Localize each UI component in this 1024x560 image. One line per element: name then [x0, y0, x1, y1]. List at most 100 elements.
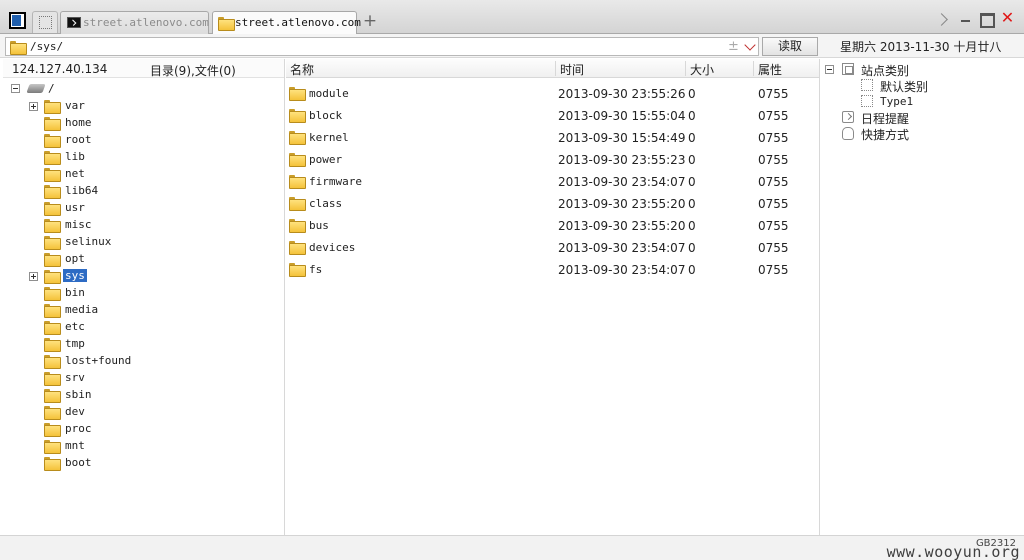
file-size: 0 [688, 197, 696, 211]
file-size: 0 [688, 87, 696, 101]
folder-icon [44, 134, 61, 148]
file-name: bus [309, 219, 329, 232]
tree-header: 124.127.40.134 目录(9),文件(0) [3, 59, 284, 78]
folder-icon [289, 175, 306, 189]
column-attr[interactable]: 属性 [753, 61, 819, 77]
tree-item-label: net [65, 167, 85, 180]
schedule-node[interactable]: 日程提醒 [842, 109, 1012, 126]
file-row[interactable]: module 2013-09-30 23:55:26 0 0755 [286, 82, 820, 104]
file-time: 2013-09-30 15:55:04 [558, 109, 686, 123]
file-name: block [309, 109, 343, 122]
file-row[interactable]: kernel 2013-09-30 15:54:49 0 0755 [286, 126, 820, 148]
tree-item[interactable]: home [29, 115, 229, 132]
file-attr: 0755 [758, 87, 789, 101]
file-row[interactable]: power 2013-09-30 23:55:23 0 0755 [286, 148, 820, 170]
file-attr: 0755 [758, 131, 789, 145]
tree-item-label: sys [63, 269, 87, 282]
tree-item-label: tmp [65, 337, 85, 350]
folder-icon [44, 338, 61, 352]
tree-item[interactable]: srv [29, 370, 229, 387]
tree-item[interactable]: var [29, 98, 229, 115]
tree-item[interactable]: selinux [29, 234, 229, 251]
file-row[interactable]: firmware 2013-09-30 23:54:07 0 0755 [286, 170, 820, 192]
read-button[interactable]: 读取 [762, 37, 818, 56]
tree-item[interactable]: tmp [29, 336, 229, 353]
tree-item[interactable]: boot [29, 455, 229, 472]
file-attr: 0755 [758, 153, 789, 167]
tree-item[interactable]: lost+found [29, 353, 229, 370]
plus-minus-icon[interactable]: ± [728, 39, 739, 54]
tree-item[interactable]: lib64 [29, 183, 229, 200]
close-icon[interactable]: ✕ [999, 10, 1016, 27]
category-item-icon [861, 79, 873, 91]
tree-item[interactable]: sbin [29, 387, 229, 404]
file-size: 0 [688, 263, 696, 277]
dropdown-icon[interactable] [744, 39, 756, 51]
tree-root[interactable]: / [11, 81, 111, 98]
tree-item[interactable]: opt [29, 251, 229, 268]
tab-file-manager[interactable]: street.atlenovo.com [212, 11, 361, 35]
file-row[interactable]: fs 2013-09-30 23:54:07 0 0755 [286, 258, 820, 280]
tree-item[interactable]: etc [29, 319, 229, 336]
expand-icon[interactable] [29, 272, 38, 281]
folder-icon [44, 270, 61, 284]
tab-terminal[interactable]: street.atlenovo.com [60, 11, 209, 34]
tree-item[interactable]: proc [29, 421, 229, 438]
file-size: 0 [688, 241, 696, 255]
maximize-icon[interactable] [978, 10, 995, 28]
file-name: module [309, 87, 349, 100]
type1-node[interactable]: Type1 [861, 93, 1011, 110]
category-icon [842, 63, 854, 75]
tree-item[interactable]: root [29, 132, 229, 149]
file-time: 2013-09-30 23:55:23 [558, 153, 686, 167]
folder-icon [44, 423, 61, 437]
file-row[interactable]: class 2013-09-30 23:55:20 0 0755 [286, 192, 820, 214]
folder-icon [289, 241, 306, 255]
tree-item[interactable]: net [29, 166, 229, 183]
expand-icon[interactable] [29, 102, 38, 111]
new-tab-button[interactable]: + [362, 12, 378, 30]
directory-tree-pane: 124.127.40.134 目录(9),文件(0) / var home root… [3, 59, 285, 535]
site-category-node[interactable]: 站点类别 [825, 61, 1015, 78]
blank-tab[interactable] [32, 11, 58, 33]
file-row[interactable]: block 2013-09-30 15:55:04 0 0755 [286, 104, 820, 126]
chevron-right-icon[interactable] [937, 13, 947, 27]
path-input[interactable]: /sys/ ± [5, 37, 759, 56]
file-row[interactable]: devices 2013-09-30 23:54:07 0 0755 [286, 236, 820, 258]
file-size: 0 [688, 153, 696, 167]
tree-item[interactable]: bin [29, 285, 229, 302]
tree-item[interactable]: sys [29, 268, 229, 285]
folder-icon [44, 100, 61, 114]
folder-icon [289, 219, 306, 233]
column-name[interactable]: 名称 [286, 61, 554, 77]
file-attr: 0755 [758, 109, 789, 123]
minimize-icon[interactable] [957, 10, 974, 27]
tree-item-label: lib64 [65, 184, 99, 197]
tree-item[interactable]: dev [29, 404, 229, 421]
file-row[interactable]: bus 2013-09-30 23:55:20 0 0755 [286, 214, 820, 236]
tree-item[interactable]: lib [29, 149, 229, 166]
watermark: www.wooyun.org [886, 543, 1020, 560]
shortcut-node[interactable]: 快捷方式 [842, 125, 1012, 142]
column-size[interactable]: 大小 [685, 61, 753, 77]
tree-item[interactable]: media [29, 302, 229, 319]
panel-toggle-icon[interactable] [9, 12, 26, 29]
folder-icon [44, 151, 61, 165]
tree-item[interactable]: mnt [29, 438, 229, 455]
column-time[interactable]: 时间 [555, 61, 685, 77]
date-display: 星期六 2013-11-30 十月廿八 [840, 40, 1002, 54]
tree-item[interactable]: usr [29, 200, 229, 217]
folder-icon [44, 253, 61, 267]
terminal-icon [67, 17, 81, 28]
folder-icon [44, 219, 61, 233]
file-size: 0 [688, 219, 696, 233]
default-category-node[interactable]: 默认类别 [861, 77, 1011, 94]
tree-item-label: boot [65, 456, 92, 469]
file-name: fs [309, 263, 323, 276]
collapse-icon[interactable] [11, 84, 20, 93]
file-time: 2013-09-30 15:54:49 [558, 131, 686, 145]
collapse-icon[interactable] [825, 65, 834, 74]
tree-item[interactable]: misc [29, 217, 229, 234]
folder-icon [44, 236, 61, 250]
folder-icon [44, 440, 61, 454]
